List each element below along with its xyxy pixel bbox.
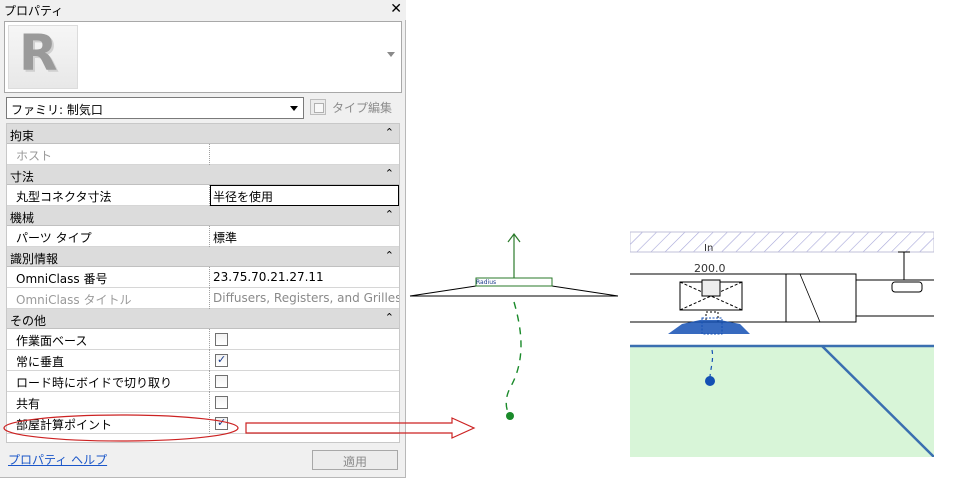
shared-checkbox[interactable]: [215, 396, 228, 409]
property-label: 部屋計算ポイント: [16, 418, 113, 432]
omniclass-title-value: Diffusers, Registers, and Grilles: [213, 291, 400, 305]
collapse-icon[interactable]: ⌃: [385, 167, 394, 180]
room-calculation-point-blue[interactable]: [705, 376, 715, 386]
ceiling-slab: [630, 231, 934, 253]
property-row-host: ホスト: [7, 144, 399, 165]
workplane-based-checkbox[interactable]: [215, 333, 228, 346]
collapse-icon[interactable]: ⌃: [385, 208, 394, 221]
close-icon[interactable]: ✕: [390, 1, 402, 17]
properties-help-link[interactable]: プロパティ ヘルプ: [8, 451, 107, 468]
group-header-dimensions[interactable]: 寸法 ⌃: [7, 165, 399, 185]
property-row-always-vertical: 常に垂直: [7, 350, 399, 371]
palette-titlebar: プロパティ ✕: [0, 0, 406, 20]
property-label: 共有: [16, 397, 41, 411]
connector-label: Radius: [476, 279, 496, 286]
property-label: ホスト: [16, 149, 53, 163]
family-type-value: ファミリ: 制気口: [11, 103, 103, 117]
model-section-view: In: [630, 230, 934, 457]
family-editor-view: Radius: [409, 233, 619, 420]
property-label: OmniClass タイトル: [16, 293, 132, 307]
property-row-shared: 共有: [7, 392, 399, 413]
room-point-path: [505, 301, 522, 417]
revit-logo: R: [8, 24, 78, 89]
property-label: 常に垂直: [16, 355, 65, 369]
group-header-other[interactable]: その他 ⌃: [7, 309, 399, 329]
group-header-identity[interactable]: 識別情報 ⌃: [7, 247, 399, 267]
room-region: [630, 346, 934, 457]
group-title: 識別情報: [10, 252, 59, 266]
edit-type-label: タイプ編集: [332, 101, 393, 115]
cut-with-voids-checkbox[interactable]: [215, 375, 228, 388]
type-preview: R: [4, 21, 402, 93]
apply-button[interactable]: 適用: [312, 450, 398, 470]
properties-palette: プロパティ ✕ R ファミリ: 制気口 タイプ編集 拘束 ⌃ ホスト 寸法 ⌃ …: [0, 0, 406, 478]
connector-size-field[interactable]: 半径を使用: [210, 185, 399, 206]
collapse-icon[interactable]: ⌃: [385, 311, 394, 324]
room-calculation-point-checkbox[interactable]: [215, 416, 228, 430]
property-row-room-calculation-point: 部屋計算ポイント: [7, 413, 399, 434]
property-label: 作業面ベース: [16, 334, 88, 348]
property-label: 丸型コネクタ寸法: [16, 190, 112, 204]
property-row-connector-size: 丸型コネクタ寸法 半径を使用: [7, 185, 399, 206]
edit-type-icon: [310, 99, 326, 115]
level-label: In: [704, 243, 713, 254]
dimension-label: 200.0: [694, 262, 726, 275]
section-drawing: In: [630, 231, 934, 457]
dropdown-arrow-icon[interactable]: [290, 106, 298, 111]
property-row-omniclass-number: OmniClass 番号 23.75.70.21.27.11: [7, 267, 399, 288]
always-vertical-checkbox[interactable]: [215, 353, 228, 367]
property-label: パーツ タイプ: [16, 231, 92, 245]
property-row-workplane-based: 作業面ベース: [7, 329, 399, 350]
chevron-down-icon[interactable]: [387, 52, 395, 57]
collapse-icon[interactable]: ⌃: [385, 249, 394, 262]
omniclass-number-value[interactable]: 23.75.70.21.27.11: [213, 270, 324, 284]
family-type-selector[interactable]: ファミリ: 制気口: [6, 97, 304, 119]
diffuser-symbol: [668, 279, 750, 335]
properties-grid: 拘束 ⌃ ホスト 寸法 ⌃ 丸型コネクタ寸法 半径を使用 機械 ⌃ パーツ タイ…: [6, 123, 400, 443]
group-header-mechanical[interactable]: 機械 ⌃: [7, 206, 399, 226]
room-calculation-point[interactable]: [506, 412, 514, 420]
property-row-omniclass-title: OmniClass タイトル Diffusers, Registers, and…: [7, 288, 399, 309]
property-row-part-type: パーツ タイプ 標準: [7, 226, 399, 247]
diffuser-elevation: [409, 233, 619, 297]
property-label: ロード時にボイドで切り取り: [16, 376, 173, 390]
group-title: 寸法: [10, 170, 35, 184]
part-type-value[interactable]: 標準: [213, 229, 237, 246]
group-title: 機械: [10, 211, 35, 225]
group-title: その他: [10, 314, 47, 328]
property-label: OmniClass 番号: [16, 272, 108, 286]
group-title: 拘束: [10, 129, 35, 143]
palette-title: プロパティ: [4, 4, 64, 18]
collapse-icon[interactable]: ⌃: [385, 126, 394, 139]
group-header-constraints[interactable]: 拘束 ⌃: [7, 124, 399, 144]
property-row-cut-with-voids: ロード時にボイドで切り取り: [7, 371, 399, 392]
